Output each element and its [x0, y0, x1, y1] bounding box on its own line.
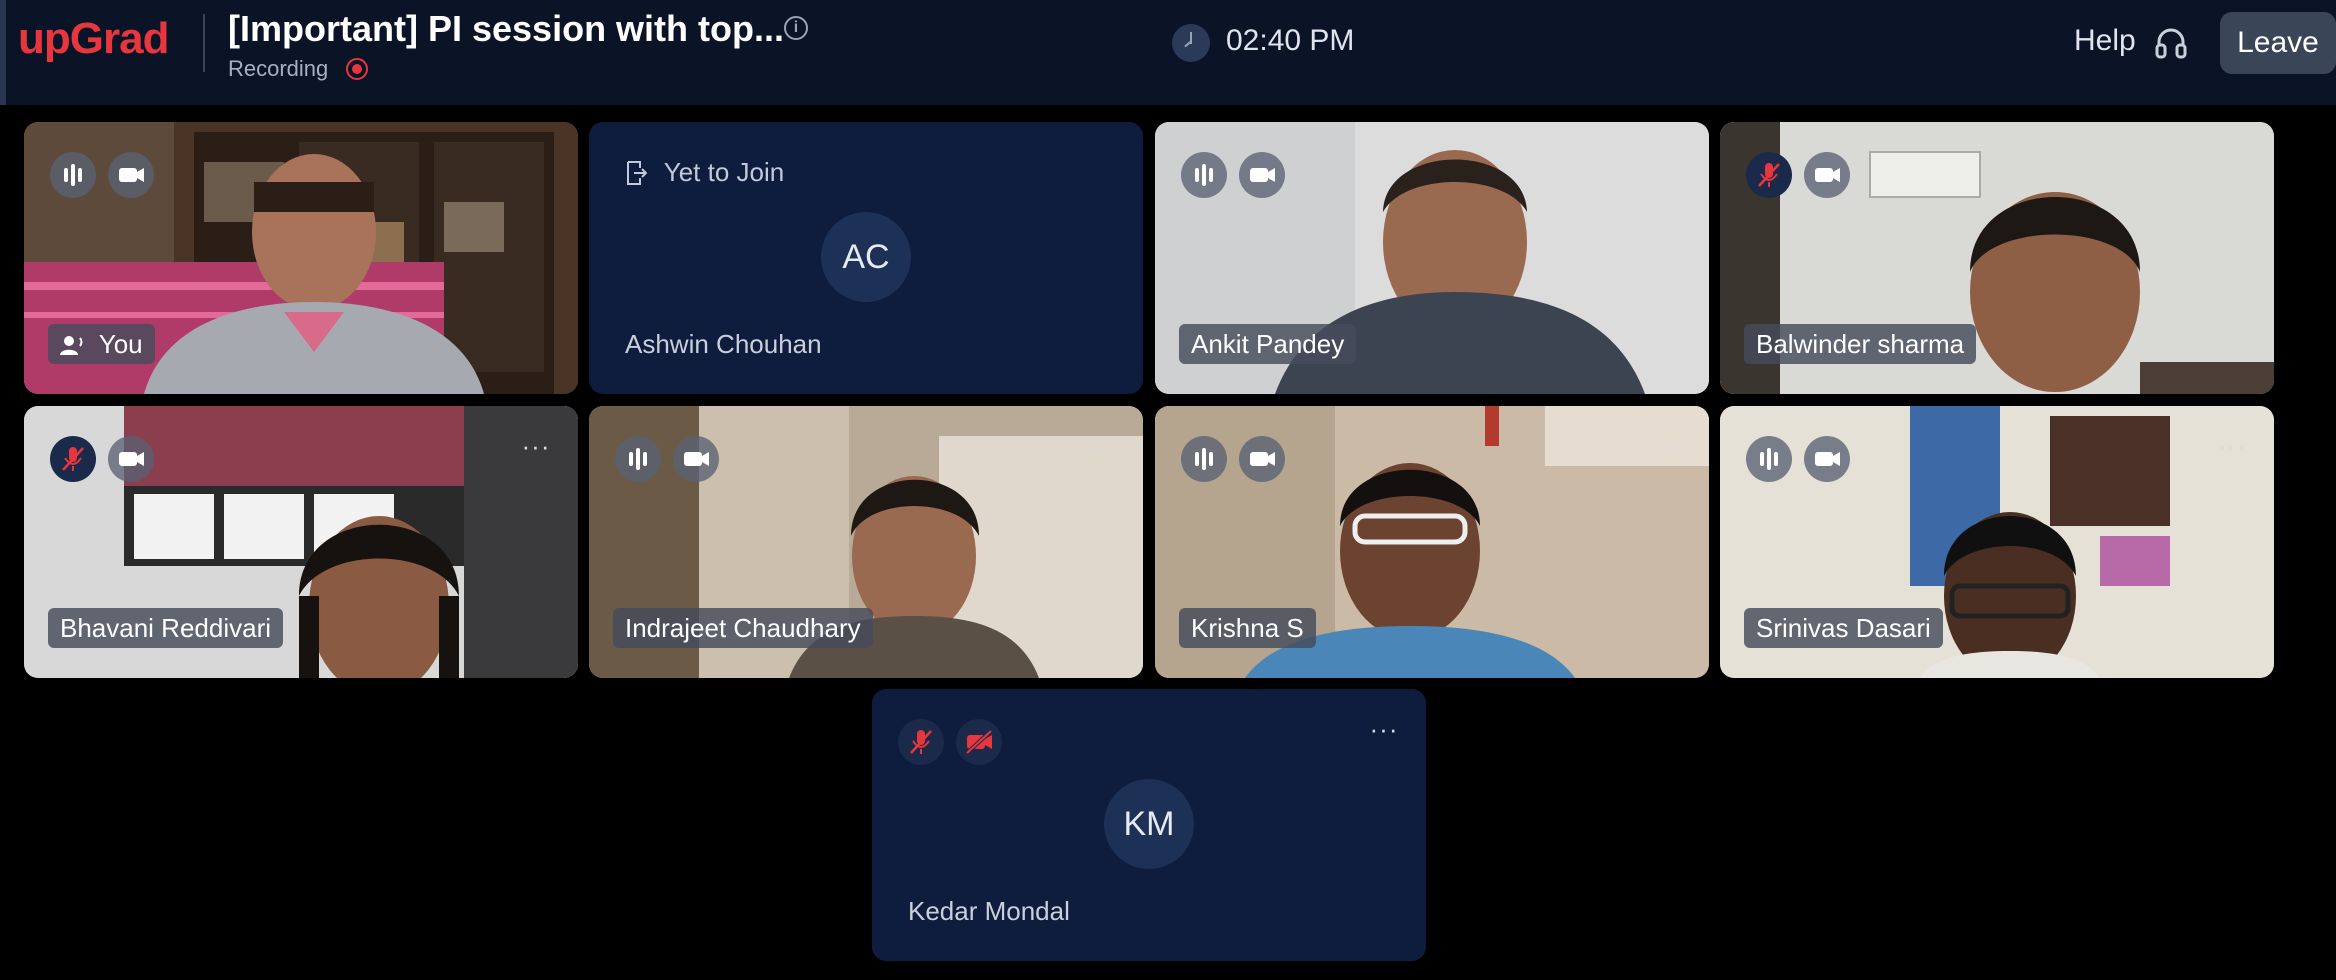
- camera-status-icon[interactable]: [673, 436, 719, 482]
- participant-tile[interactable]: ··· Indrajeet Chaudhary: [589, 406, 1143, 678]
- participant-name: Srinivas Dasari: [1744, 608, 1943, 648]
- participant-name: Indrajeet Chaudhary: [613, 608, 873, 648]
- join-door-icon: [627, 161, 647, 185]
- participant-tile[interactable]: ··· Balwinder sharma: [1720, 122, 2274, 394]
- camera-status-icon[interactable]: [1239, 152, 1285, 198]
- session-title: [Important] PI session with top...: [228, 8, 785, 49]
- help-link[interactable]: Help: [2074, 24, 2136, 58]
- more-options-icon[interactable]: ···: [1083, 433, 1119, 459]
- participant-name: Krishna S: [1179, 608, 1316, 648]
- clock-icon: [1172, 24, 1210, 62]
- user-speaking-icon: [60, 336, 83, 355]
- mic-status-icon[interactable]: [1181, 152, 1227, 198]
- more-options-icon[interactable]: ···: [1649, 149, 1685, 175]
- headset-icon[interactable]: [2152, 24, 2190, 62]
- meeting-app: upGrad [Important] PI session with top..…: [0, 0, 2336, 980]
- mic-status-icon[interactable]: [1181, 436, 1227, 482]
- participant-tile[interactable]: ··· KM Kedar Mondal: [872, 689, 1426, 961]
- more-options-icon[interactable]: ···: [1649, 433, 1685, 459]
- recording-label: Recording: [228, 56, 329, 81]
- recording-indicator-icon: [346, 58, 368, 80]
- camera-off-icon[interactable]: [956, 719, 1002, 765]
- participant-name: Ashwin Chouhan: [625, 329, 822, 359]
- more-options-icon[interactable]: ···: [2214, 149, 2250, 175]
- mic-muted-icon[interactable]: [898, 719, 944, 765]
- mic-status-icon[interactable]: [50, 152, 96, 198]
- participant-tile[interactable]: ··· Ankit Pandey: [1155, 122, 1709, 394]
- participant-tile[interactable]: Yet to Join AC Ashwin Chouhan: [589, 122, 1143, 394]
- camera-status-icon[interactable]: [1804, 436, 1850, 482]
- participant-name: You: [98, 329, 143, 359]
- join-status: Yet to Join: [625, 152, 784, 192]
- participant-tile[interactable]: ··· Krishna S: [1155, 406, 1709, 678]
- participant-tile[interactable]: You: [24, 122, 578, 394]
- mic-muted-icon[interactable]: [1746, 152, 1792, 198]
- meeting-clock: 02:40 PM: [1226, 24, 1355, 57]
- mic-status-icon[interactable]: [615, 436, 661, 482]
- info-icon[interactable]: i: [784, 16, 808, 40]
- brand-logo[interactable]: upGrad: [18, 14, 169, 64]
- participant-tile[interactable]: ··· Srinivas Dasari: [1720, 406, 2274, 678]
- camera-status-icon[interactable]: [1239, 436, 1285, 482]
- participant-name: Bhavani Reddivari: [48, 608, 284, 648]
- more-options-icon[interactable]: ···: [518, 433, 554, 459]
- leave-button[interactable]: Leave: [2220, 12, 2336, 74]
- avatar: AC: [821, 212, 911, 302]
- join-status-text: Yet to Join: [663, 157, 785, 187]
- mic-status-icon[interactable]: [1746, 436, 1792, 482]
- camera-status-icon[interactable]: [108, 152, 154, 198]
- participant-tile[interactable]: ··· Bhavani Reddivari: [24, 406, 578, 678]
- more-options-icon[interactable]: ···: [2214, 433, 2250, 459]
- participant-name: Kedar Mondal: [908, 896, 1070, 926]
- camera-status-icon[interactable]: [1804, 152, 1850, 198]
- avatar: KM: [1104, 779, 1194, 869]
- top-bar: upGrad [Important] PI session with top..…: [0, 0, 2336, 105]
- camera-status-icon[interactable]: [108, 436, 154, 482]
- participant-name: Balwinder sharma: [1744, 324, 1977, 364]
- participant-name: Ankit Pandey: [1179, 324, 1357, 364]
- mic-muted-icon[interactable]: [50, 436, 96, 482]
- more-options-icon[interactable]: ···: [1366, 716, 1402, 742]
- participant-name-label: You: [48, 324, 155, 364]
- header-divider: [203, 14, 205, 72]
